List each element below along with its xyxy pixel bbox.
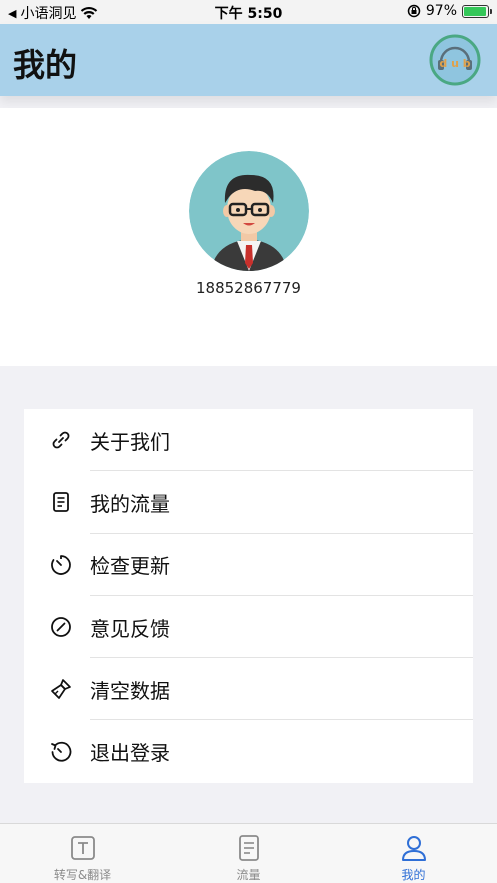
- menu-label-logout: 退出登录: [90, 741, 170, 766]
- settings-menu: 关于我们 我的流量 检查更新 意见反馈 清空数据 退出登录: [24, 409, 473, 783]
- orientation-lock-icon: [407, 4, 421, 18]
- menu-item-feedback[interactable]: 意见反馈: [24, 596, 473, 659]
- menu-item-about[interactable]: 关于我们: [24, 409, 473, 472]
- status-bar: ◀ 小语洞见 下午 5:50 97%: [0, 0, 497, 24]
- battery-percent: 97%: [425, 3, 457, 19]
- page-title: 我的: [13, 46, 78, 84]
- logo-text: d u b: [439, 57, 470, 70]
- menu-label-feedback: 意见反馈: [90, 616, 170, 641]
- app-logo-icon[interactable]: d u b: [429, 34, 481, 86]
- link-icon: [52, 431, 70, 449]
- timer-icon: [51, 554, 71, 575]
- battery-icon: [462, 4, 492, 18]
- tab-label-traffic: 流量: [236, 868, 261, 882]
- menu-item-check-update[interactable]: 检查更新: [24, 534, 473, 596]
- tab-bar: 转写&翻译 流量 我的: [0, 823, 497, 883]
- document-icon: [238, 835, 259, 861]
- battery-fill: [464, 6, 487, 16]
- tab-mine[interactable]: 我的: [331, 824, 496, 883]
- avatar[interactable]: [189, 151, 309, 271]
- menu-label-clear-data: 清空数据: [90, 678, 170, 703]
- compass-icon: [51, 617, 71, 637]
- text-icon: [70, 836, 95, 860]
- logout-icon: [51, 741, 72, 762]
- menu-label-check-update: 检查更新: [90, 554, 170, 579]
- menu-label-my-traffic: 我的流量: [90, 491, 170, 516]
- menu-item-my-traffic[interactable]: 我的流量: [24, 471, 473, 534]
- menu-item-clear-data[interactable]: 清空数据: [24, 658, 473, 721]
- menu-label-about: 关于我们: [90, 429, 170, 454]
- tab-label-transcribe: 转写&翻译: [53, 868, 112, 882]
- menu-item-logout[interactable]: 退出登录: [24, 720, 473, 782]
- person-icon: [401, 836, 426, 861]
- page-header: 我的 d u b: [0, 24, 497, 96]
- status-right: 97%: [407, 3, 492, 19]
- document-icon: [53, 492, 69, 513]
- brush-icon: [51, 679, 71, 700]
- tab-transcribe[interactable]: 转写&翻译: [0, 824, 165, 883]
- tab-traffic[interactable]: 流量: [166, 824, 331, 883]
- profile-card: 18852867779: [0, 108, 497, 366]
- phone-number: 18852867779: [196, 279, 301, 297]
- tab-label-mine: 我的: [401, 868, 426, 882]
